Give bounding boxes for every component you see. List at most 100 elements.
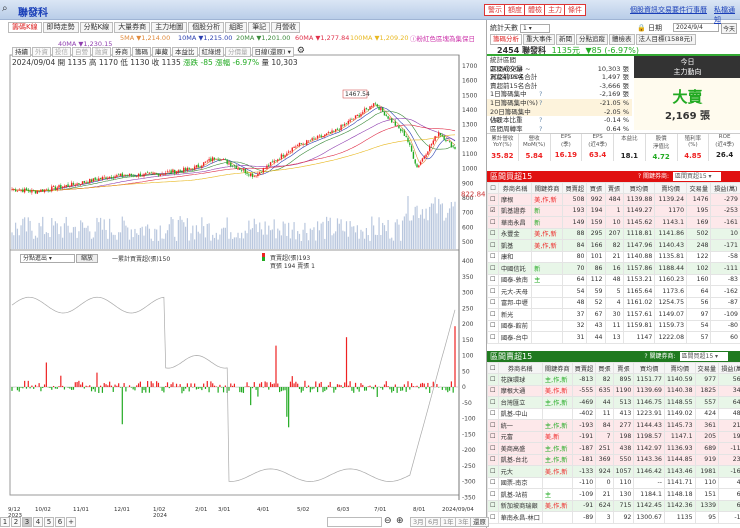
zoom-button[interactable]: 縮放 — [76, 254, 98, 263]
broker-name[interactable]: 凱基證券 — [497, 204, 533, 217]
broker-name[interactable]: 元大 — [497, 465, 543, 478]
column-header[interactable]: 買張 — [586, 182, 606, 194]
column-header[interactable]: 買均價 — [622, 182, 656, 194]
row-checkbox[interactable]: ☐ — [487, 239, 499, 252]
page-button[interactable]: 3 — [22, 517, 32, 527]
help-icon[interactable] — [539, 82, 579, 91]
row-checkbox[interactable]: ☐ — [487, 511, 499, 524]
column-header[interactable]: 買賣超 — [571, 362, 597, 374]
broker-name[interactable]: 國票-南京 — [497, 476, 543, 489]
broker-name[interactable]: 康和 — [497, 250, 533, 263]
table-row[interactable]: ☐ 國泰-台中 31 44 13 1147 1222.08 57 60 — [487, 331, 740, 344]
tab-4[interactable]: 主力地圖 — [151, 22, 188, 33]
top-button[interactable]: 警示 — [484, 4, 506, 16]
gear-icon[interactable]: ⚙ — [297, 47, 305, 57]
broker-name[interactable]: 統一 — [497, 419, 543, 432]
top-link[interactable]: 交易要件 — [658, 5, 686, 15]
page-button[interactable]: 1 — [0, 517, 10, 527]
row-checkbox[interactable]: ☐ — [487, 384, 499, 397]
row-checkbox[interactable]: ☐ — [487, 216, 499, 229]
toolbar-button[interactable]: 持續 — [12, 47, 31, 57]
top-button[interactable]: 條件 — [564, 4, 586, 16]
zoom-out-icon[interactable]: ⊖ — [384, 516, 392, 526]
page-button[interactable]: 4 — [33, 517, 43, 527]
top-link[interactable]: 個股資訊 — [630, 5, 658, 15]
tab-8[interactable]: 月營收 — [271, 22, 301, 33]
column-header[interactable]: 關鍵券商 — [541, 362, 573, 374]
column-header[interactable]: 損益(萬) — [710, 182, 740, 194]
table-row[interactable]: ☐ 新加坡商瑞銀 美,作,新 -91 624 715 1142.45 1142.36 1339 6… — [487, 499, 740, 512]
row-checkbox[interactable]: ☐ — [487, 419, 499, 432]
row-checkbox[interactable]: ☐ — [487, 262, 499, 275]
broker-name[interactable]: 國泰-敦南 — [497, 273, 533, 286]
toolbar-button[interactable]: 庫藏 — [152, 47, 171, 57]
top-link[interactable]: 私檔通知 — [714, 5, 740, 25]
row-checkbox[interactable]: ☐ — [487, 273, 499, 286]
table-row[interactable]: ☐ 凱基 美,作,新 84 166 82 1147.96 1140.43 248 -171 — [487, 239, 740, 252]
tab-3[interactable]: 大量券商 — [114, 22, 151, 33]
top-button[interactable]: 體檢 — [524, 4, 546, 16]
row-checkbox[interactable]: ☐ — [487, 453, 499, 466]
broker-name[interactable]: 元富 — [497, 430, 543, 443]
column-header[interactable]: 關鍵券商 — [531, 182, 564, 194]
table-row[interactable]: ☐台灣匯立主,作,新-469445131146.751148.55557643 — [487, 396, 740, 409]
table-row[interactable]: ☐凱基-站前主-109211301184.11148.1815168 — [487, 488, 740, 501]
row-checkbox[interactable]: ☐ — [487, 193, 499, 206]
broker-name[interactable]: 摩根大通 — [497, 384, 543, 397]
help-icon[interactable]: ? — [539, 99, 579, 108]
row-checkbox[interactable]: ☐ — [487, 296, 499, 309]
broker-name[interactable]: 凱基-中山 — [497, 407, 543, 420]
tab-2[interactable]: 分點K線 — [79, 22, 114, 33]
toolbar-button[interactable]: 籌碼 — [132, 47, 151, 57]
table-row[interactable]: ☐ 凱基-台北 主,作,新 -181 369 550 1143.36 1144.85 919 23… — [487, 453, 740, 466]
column-header[interactable]: 券商名稱 — [497, 362, 543, 374]
table-row[interactable]: ☐ 元大-天母 54 59 5 1165.64 1173.6 64 -162 — [487, 285, 740, 298]
tab-7[interactable]: 筆記 — [248, 22, 271, 33]
broker-name[interactable]: 國泰-館前 — [497, 319, 533, 332]
broker-name[interactable]: 華南永昌 — [497, 216, 533, 229]
column-header[interactable]: 買張 — [595, 362, 614, 374]
table-row[interactable]: ☐ 華南永昌新 149 159 10 1145.62 1143.1 169 -161 — [487, 216, 740, 229]
broker-name[interactable]: 元大-天母 — [497, 285, 533, 298]
toolbar-button[interactable]: 自營 — [72, 47, 91, 57]
column-header[interactable]: 賣張 — [604, 182, 624, 194]
row-checkbox[interactable]: ☐ — [487, 319, 499, 332]
table-row[interactable]: ☐ 元大 美,作,新 -133 924 1057 1146.42 1143.46 1981 -16… — [487, 465, 740, 478]
toolbar-button[interactable]: 券商 — [112, 47, 131, 57]
broker-name[interactable]: 新光 — [497, 308, 533, 321]
table-row[interactable]: ☐ 國泰-敦南主 64 112 48 1153.21 1160.23 160 -83 — [487, 273, 740, 286]
right-tab[interactable]: 分點追蹤 — [576, 34, 608, 45]
page-button[interactable]: 6 — [55, 517, 65, 527]
zoom-in-icon[interactable]: ⊕ — [396, 516, 404, 526]
column-header[interactable]: 損益(萬) — [718, 362, 740, 374]
row-checkbox[interactable]: ☐ — [487, 227, 499, 240]
help-icon[interactable]: ? — [539, 90, 579, 99]
column-header[interactable]: 買均價 — [633, 362, 665, 374]
help-icon[interactable] — [539, 65, 579, 74]
column-header[interactable]: 買賣超 — [562, 182, 588, 194]
select-all-checkbox[interactable]: ☐ — [487, 362, 499, 374]
table-row[interactable]: ☐ 美商高盛 主,作,新 -187 251 438 1142.97 1136.93 689 -11… — [487, 442, 740, 455]
range-button[interactable]: 還原 — [470, 517, 489, 527]
row-checkbox[interactable]: ☐ — [487, 465, 499, 478]
broker-name[interactable]: 凱基-台北 — [497, 453, 543, 466]
column-header[interactable]: 交易量 — [686, 182, 712, 194]
tab-0[interactable]: 籌碼K線 — [8, 22, 42, 33]
toolbar-button[interactable]: 融資 — [92, 47, 111, 57]
table-row[interactable]: ☐ 新光 37 67 30 1157.61 1149.07 97 -109 — [487, 308, 740, 321]
column-header[interactable]: 賣均價 — [654, 182, 688, 194]
branch-select[interactable]: 分點進出 ▾ — [20, 254, 75, 263]
top-button[interactable]: 額度 — [504, 4, 526, 16]
table-row[interactable]: ☐凱基-中山 -402114131223.911149.02424481 — [487, 407, 740, 420]
help-icon[interactable] — [539, 56, 579, 65]
broker-name[interactable]: 中國信託 — [497, 262, 533, 275]
row-checkbox[interactable]: ☐ — [487, 250, 499, 263]
right-tab[interactable]: 重大事件 — [523, 34, 555, 45]
row-checkbox[interactable]: ☐ — [487, 476, 499, 489]
row-checkbox[interactable]: ☐ — [487, 442, 499, 455]
help-icon[interactable] — [539, 108, 579, 117]
top-link[interactable]: 行事曆 — [686, 5, 707, 15]
toolbar-button[interactable]: 分價量 — [225, 47, 251, 57]
search-icon[interactable]: ⌕ — [2, 3, 8, 14]
toolbar-button[interactable]: 紅綠燈 — [198, 47, 224, 57]
